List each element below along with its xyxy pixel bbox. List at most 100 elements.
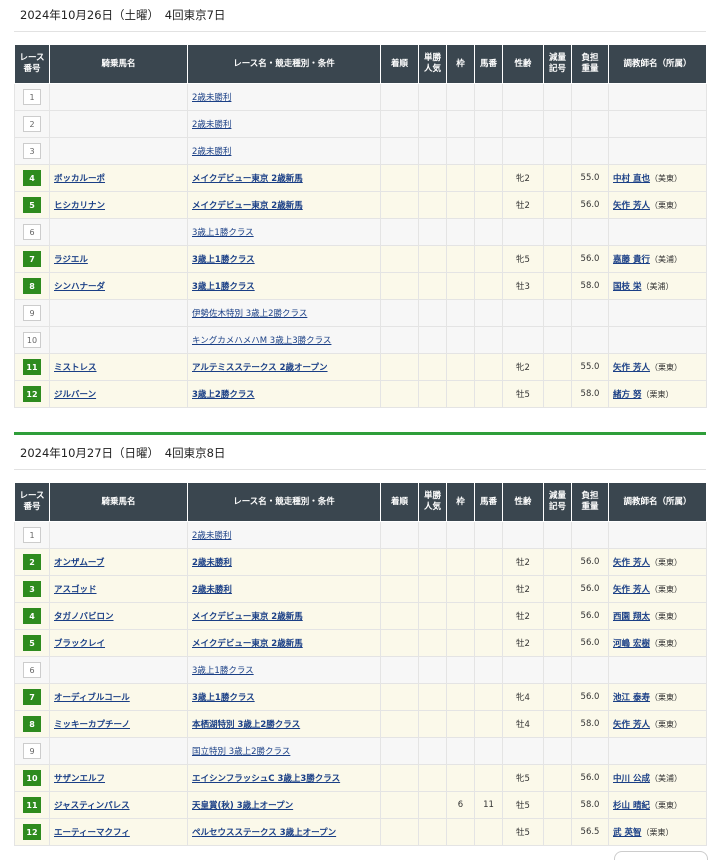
trainer-cell: 杉山 晴紀（栗東） [608,791,707,819]
race-link[interactable]: 3歳上2勝クラス [192,390,255,400]
race-cell: 3歳上2勝クラス [187,380,381,408]
gen-cell [543,818,572,846]
race-number-cell: 9 [14,737,50,765]
trainer-cell [608,656,707,684]
frame-cell: 6 [446,791,475,819]
race-number-cell: 5 [14,629,50,657]
race-number-cell: 3 [14,137,50,165]
race-link[interactable]: 2歳未勝利 [192,585,232,595]
race-cell: 3歳上1勝クラス [187,683,381,711]
trainer-link[interactable]: 中川 公成 [613,774,650,784]
column-header: 枠 [446,44,475,84]
horse-link[interactable]: オーディブルコール [54,693,130,703]
race-number-badge: 2 [23,554,41,570]
horse-cell [49,137,188,165]
trainer-link[interactable]: 矢作 芳人 [613,720,650,730]
race-link[interactable]: 2歳未勝利 [192,531,231,541]
race-link[interactable]: メイクデビュー東京 2歳新馬 [192,201,303,211]
horse-link[interactable]: エーティーマクフィ [54,828,130,838]
frame-cell [446,764,475,792]
trainer-link[interactable]: 矢作 芳人 [613,585,650,595]
trainer-link[interactable]: 武 英智 [613,828,641,838]
frame-cell [446,380,475,408]
race-link[interactable]: 3歳上1勝クラス [192,228,254,238]
sex-cell: 牡5 [502,791,544,819]
horse-link[interactable]: ラジエル [54,255,88,265]
race-link[interactable]: ペルセウスステークス 3歳上オープン [192,828,336,838]
horse-link[interactable]: ミッキーカプチーノ [54,720,130,730]
trainer-link[interactable]: 国枝 栄 [613,282,641,292]
column-header: 着順 [380,44,419,84]
race-cell: 3歳上1勝クラス [187,656,381,684]
rank-cell [380,683,419,711]
trainer-link[interactable]: 矢作 芳人 [613,201,650,211]
race-link[interactable]: 伊勢佐木特別 3歳上2勝クラス [192,309,307,319]
trainer-link[interactable]: 西園 翔太 [613,612,650,622]
race-link[interactable]: メイクデビュー東京 2歳新馬 [192,639,303,649]
race-link[interactable]: 3歳上1勝クラス [192,693,255,703]
race-link[interactable]: 3歳上1勝クラス [192,666,254,676]
section-divider [14,432,706,435]
race-number-cell: 6 [14,656,50,684]
race-number-badge: 7 [23,689,41,705]
horse-link[interactable]: アスゴッド [54,585,97,595]
horse-link[interactable]: オンザムーブ [54,558,104,568]
frame-cell [446,602,475,630]
trainer-cell: 武 英智（栗東） [608,818,707,846]
trainer-link[interactable]: 緒方 努 [613,390,641,400]
frame-cell [446,818,475,846]
race-link[interactable]: 2歳未勝利 [192,93,231,103]
trainer-link[interactable]: 嘉藤 貴行 [613,255,650,265]
race-link[interactable]: 2歳未勝利 [192,558,232,568]
race-link[interactable]: 本栖湖特別 3歳上2勝クラス [192,720,300,730]
race-link[interactable]: アルテミスステークス 2歳オープン [192,363,328,373]
trainer-link[interactable]: 中村 直也 [613,174,650,184]
pop-cell [418,710,447,738]
trainer-link[interactable]: 杉山 晴紀 [613,801,650,811]
horse-link[interactable]: ミストレス [54,363,97,373]
frame-cell [446,326,475,354]
race-link[interactable]: エイシンフラッシュC 3歳上3勝クラス [192,774,340,784]
horse-cell: ジャスティンパレス [49,791,188,819]
race-link[interactable]: 3歳上1勝クラス [192,255,255,265]
table-row: 10 キングカメハメハM 3歳上3勝クラス [14,326,707,354]
pop-cell [418,164,447,192]
trainer-link[interactable]: 池江 泰寿 [613,693,650,703]
horse-link[interactable]: ジャスティンパレス [54,801,130,811]
frame-cell [446,299,475,327]
race-cell: 天皇賞(秋) 3歳上オープン [187,791,381,819]
race-link[interactable]: 2歳未勝利 [192,120,231,130]
table-row: 1 2歳未勝利 [14,83,707,111]
weight-cell [571,110,609,138]
race-link[interactable]: 2歳未勝利 [192,147,231,157]
race-number-badge: 10 [23,332,41,348]
uma-cell [474,683,503,711]
horse-link[interactable]: ジルバーン [54,390,96,400]
horse-link[interactable]: ブラックレイ [54,639,105,649]
trainer-link[interactable]: 河嶋 宏樹 [613,639,650,649]
race-link[interactable]: メイクデビュー東京 2歳新馬 [192,612,303,622]
race-link[interactable]: 天皇賞(秋) 3歳上オープン [192,801,293,811]
table-row: 11 ミストレス アルテミスステークス 2歳オープン 牝2 55.0 矢作 芳人（栗東） [14,353,707,381]
trainer-link[interactable]: 矢作 芳人 [613,558,650,568]
weight-cell: 56.0 [571,245,609,273]
horse-link[interactable]: ヒシカリナン [54,201,105,211]
gen-cell [543,137,572,165]
horse-link[interactable]: シンハナーダ [54,282,105,292]
race-link[interactable]: 国立特別 3歳上2勝クラス [192,747,290,757]
race-number-cell: 4 [14,164,50,192]
race-link[interactable]: 3歳上1勝クラス [192,282,255,292]
column-header: レース 番号 [14,482,50,522]
race-link[interactable]: メイクデビュー東京 2歳新馬 [192,174,303,184]
horse-link[interactable]: サザンエルフ [54,774,105,784]
horse-link[interactable]: ボッカルーポ [54,174,105,184]
race-link[interactable]: キングカメハメハM 3歳上3勝クラス [192,336,331,346]
pop-cell [418,299,447,327]
trainer-cell: 中川 公成（美浦） [608,764,707,792]
horse-link[interactable]: タガノバビロン [54,612,114,622]
weight-cell: 58.0 [571,380,609,408]
column-header: レース名・競走種別・条件 [187,482,381,522]
race-number-badge: 5 [23,635,41,651]
trainer-link[interactable]: 矢作 芳人 [613,363,650,373]
rank-cell [380,791,419,819]
